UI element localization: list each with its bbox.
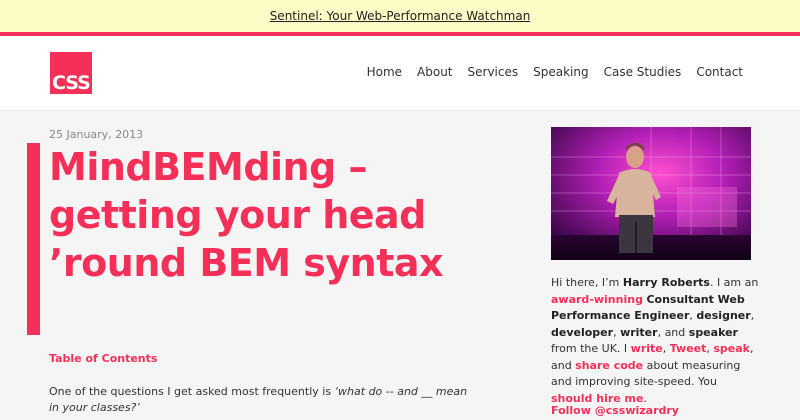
speaker-photo-image <box>551 127 751 260</box>
write-link[interactable]: write <box>631 342 663 355</box>
speak-link[interactable]: speak <box>713 342 750 355</box>
announcement-banner: Sentinel: Your Web-Performance Watchman <box>0 0 800 36</box>
bio-text: , and <box>657 325 689 339</box>
nav-about[interactable]: About <box>417 65 452 79</box>
bio-text: Hi there, I’m <box>551 276 623 289</box>
site-header: CSS Home About Services Speaking Case St… <box>0 36 800 111</box>
speaker-text: speaker <box>688 325 738 339</box>
bio-text: , <box>662 342 670 355</box>
author-name: Harry Roberts <box>622 276 710 289</box>
post-date: 25 January, 2013 <box>49 128 144 141</box>
bio-text: from the UK. I <box>551 342 631 355</box>
hire-me-link[interactable]: should hire me <box>551 392 643 405</box>
table-of-contents-link[interactable]: Table of Contents <box>49 352 157 365</box>
nav-case-studies[interactable]: Case Studies <box>604 65 682 79</box>
share-code-link[interactable]: share code <box>575 359 643 372</box>
nav-services[interactable]: Services <box>468 65 519 79</box>
designer-text: designer <box>696 309 751 322</box>
site-logo[interactable]: CSS <box>50 52 92 94</box>
developer-text: developer <box>551 325 614 339</box>
author-bio: Hi there, I’m Harry Roberts. I am an awa… <box>551 275 761 407</box>
intro-text: One of the questions I get asked most fr… <box>49 385 335 398</box>
author-photo <box>551 127 751 260</box>
nav-contact[interactable]: Contact <box>696 65 743 79</box>
follow-twitter-link[interactable]: Follow @csswizardry <box>551 404 679 417</box>
bio-text: . <box>643 391 647 405</box>
post-title: MindBEMding – getting your head ’round B… <box>49 145 444 285</box>
banner-link[interactable]: Sentinel: Your Web-Performance Watchman <box>270 9 531 23</box>
nav-home[interactable]: Home <box>367 65 402 79</box>
award-link[interactable]: award-winning <box>551 293 643 306</box>
tweet-link[interactable]: Tweet <box>670 342 707 355</box>
bio-text: , <box>750 309 755 322</box>
bio-text: , <box>613 325 621 339</box>
main-nav: Home About Services Speaking Case Studie… <box>352 65 743 79</box>
title-accent-bar <box>27 143 40 335</box>
bio-text: . I am an <box>709 276 759 289</box>
post-intro: One of the questions I get asked most fr… <box>49 384 469 416</box>
writer-text: writer <box>620 325 658 339</box>
nav-speaking[interactable]: Speaking <box>533 65 588 79</box>
logo-text: CSS <box>52 72 91 94</box>
